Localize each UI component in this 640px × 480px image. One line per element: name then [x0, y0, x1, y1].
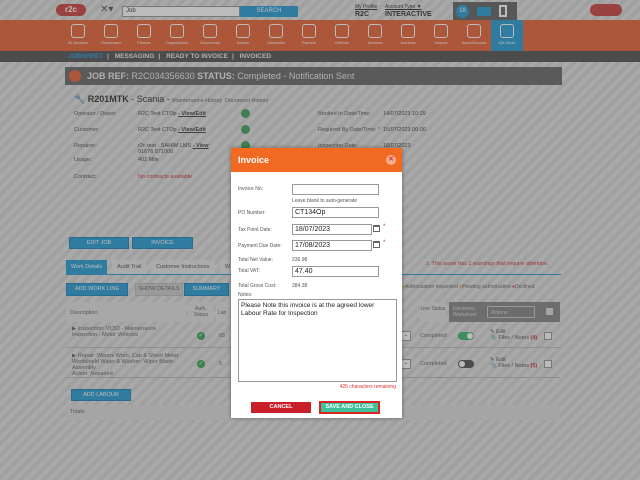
cancel-button[interactable]: CANCEL: [251, 402, 311, 413]
characters-remaining: 426 characters remaining: [339, 384, 396, 390]
po-number-input[interactable]: CT134Op: [292, 207, 379, 218]
payment-due-date-input[interactable]: 17/08/2023: [292, 240, 372, 251]
notes-label: Notes:: [238, 292, 253, 298]
required-marker: *: [383, 240, 386, 246]
calendar-icon[interactable]: [373, 241, 380, 248]
total-vat-input[interactable]: 47.40: [292, 266, 379, 277]
modal-header: Invoice ✕: [231, 148, 402, 172]
close-icon[interactable]: ✕: [386, 155, 396, 165]
modal-title: Invoice: [238, 155, 270, 165]
tax-point-date-input[interactable]: 18/07/2023: [292, 224, 372, 235]
invoice-no-input[interactable]: [292, 184, 379, 195]
tax-point-date-label: Tax Point Date:: [238, 227, 272, 233]
payment-due-date-label: Payment Due Date:: [238, 243, 282, 249]
save-and-close-button[interactable]: SAVE AND CLOSE: [319, 401, 380, 414]
total-net-label: Total Net Value:: [238, 257, 273, 263]
po-number-label: PO Number:: [238, 210, 266, 216]
total-gross-value: 284.38: [292, 283, 308, 289]
invoice-no-hint: Leave blank to auto-generate: [292, 198, 358, 204]
required-marker: *: [383, 224, 386, 230]
invoice-no-label: Invoice No:: [238, 186, 264, 192]
total-net-value: 236.98: [292, 257, 308, 263]
total-gross-label: Total Gross Cost:: [238, 283, 277, 289]
invoice-modal: Invoice ✕ Invoice No: Leave blank to aut…: [231, 148, 402, 418]
notes-textarea[interactable]: Please Note this invoice is at the agree…: [238, 299, 397, 382]
total-vat-label: Total VAT:: [238, 268, 260, 274]
calendar-icon[interactable]: [373, 225, 380, 232]
